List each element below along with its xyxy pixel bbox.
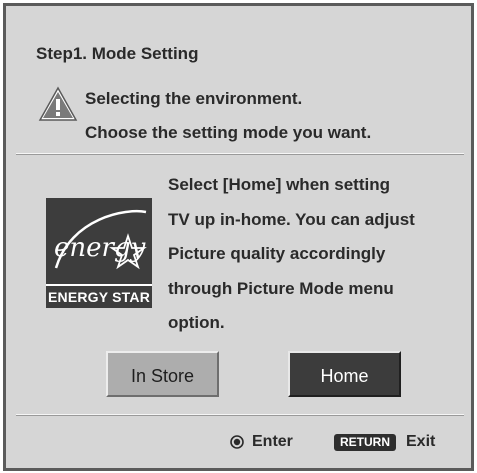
warning-line-2: Choose the setting mode you want. <box>85 123 372 142</box>
energy-star-logo: energy ENERGY STAR <box>46 198 152 308</box>
return-key-icon: RETURN <box>334 433 396 451</box>
enter-circle-icon <box>230 435 244 449</box>
energy-star-emblem-icon: energy <box>54 210 147 270</box>
description-line: through Picture Mode menu <box>168 278 394 298</box>
description-line: option. <box>168 313 225 332</box>
top-divider <box>16 153 464 155</box>
step-title: Step1. Mode Setting <box>36 44 199 63</box>
in-store-button[interactable]: In Store <box>106 351 219 397</box>
exit-label: Exit <box>406 433 436 450</box>
exit-hint: RETURN Exit <box>334 432 435 452</box>
enter-hint: Enter <box>230 432 293 452</box>
description-line: Select [Home] when setting <box>168 175 390 194</box>
description-line: Picture quality accordingly <box>168 244 386 263</box>
warning-triangle-icon <box>38 86 78 121</box>
mode-setting-dialog: Step1. Mode Setting Selecting the enviro… <box>3 3 474 471</box>
description-line: TV up in-home. You can adjust <box>168 209 415 229</box>
home-button[interactable]: Home <box>288 351 401 397</box>
enter-label: Enter <box>252 433 293 450</box>
bottom-divider <box>16 414 464 416</box>
warning-line-1: Selecting the environment. <box>85 89 303 108</box>
mode-description: Select [Home] when setting TV up in-home… <box>168 168 468 341</box>
energy-star-caption: ENERGY STAR <box>46 284 152 308</box>
